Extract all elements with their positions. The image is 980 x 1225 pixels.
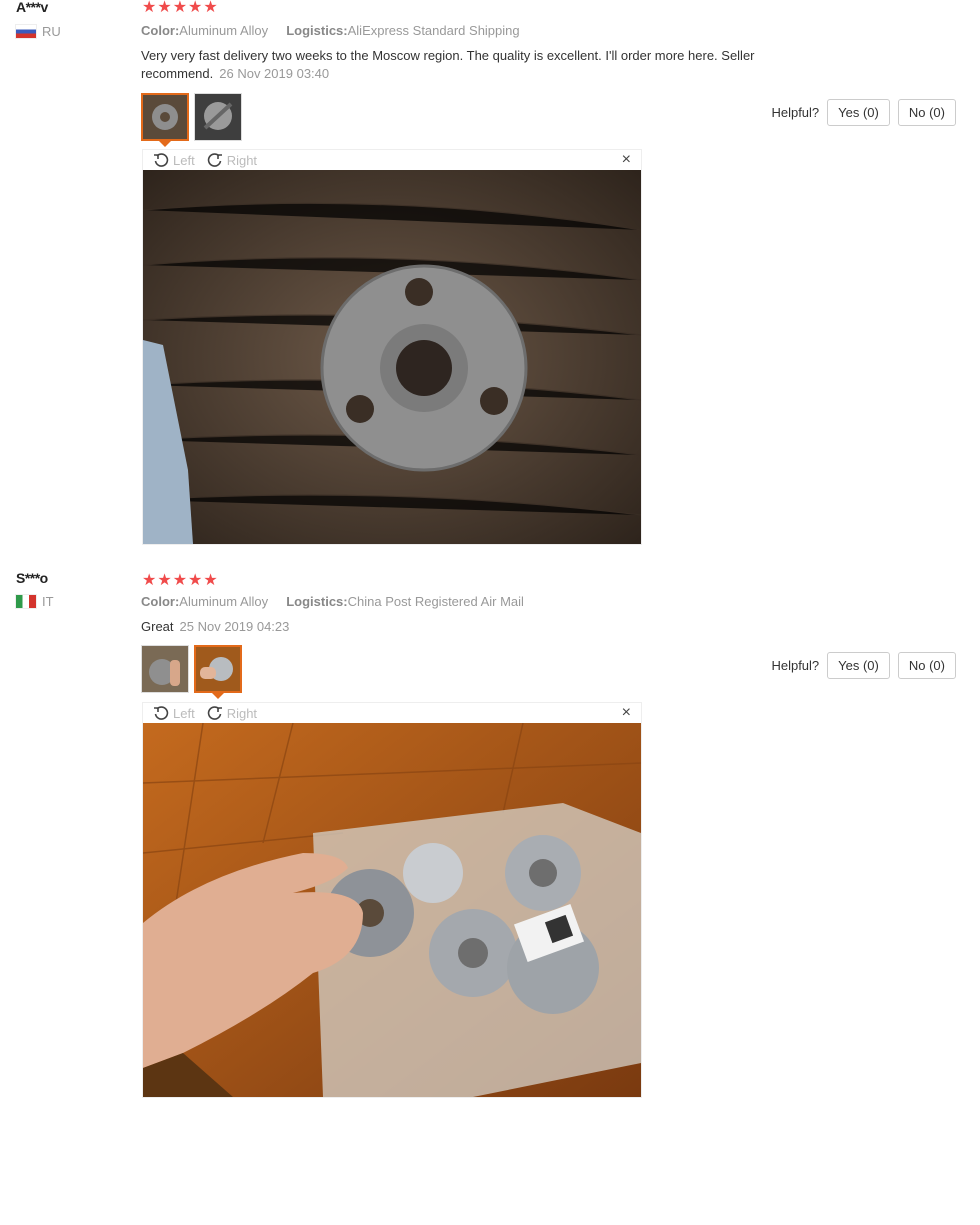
- helpful-label: Helpful?: [771, 658, 820, 673]
- color-value: Aluminum Alloy: [179, 594, 269, 609]
- logistics-label: Logistics:: [286, 23, 348, 38]
- rotate-right-label: Right: [226, 152, 258, 168]
- review-body: Great: [141, 619, 174, 634]
- review-text: Very very fast delivery two weeks to the…: [141, 47, 801, 83]
- review-photo: [143, 170, 641, 544]
- logistics-label: Logistics:: [286, 594, 348, 609]
- star-rating: ★★★★★: [142, 572, 219, 589]
- helpful-vote: Helpful? Yes (0) No (0): [771, 99, 956, 126]
- rotate-left-button[interactable]: Left: [153, 705, 195, 721]
- logistics-value: China Post Registered Air Mail: [347, 594, 524, 609]
- reviewer-name: S***o: [16, 570, 48, 586]
- rotate-left-button[interactable]: Left: [153, 152, 195, 168]
- no-button[interactable]: No (0): [897, 99, 956, 126]
- logistics-value: AliExpress Standard Shipping: [347, 23, 520, 38]
- rotate-right-button[interactable]: Right: [207, 152, 257, 168]
- review-thumbnail[interactable]: [141, 645, 189, 693]
- rotate-left-icon: [154, 706, 169, 720]
- color-value: Aluminum Alloy: [179, 23, 269, 38]
- yes-button[interactable]: Yes (0): [827, 652, 890, 679]
- review-photo: [143, 723, 641, 1097]
- country-code: IT: [42, 594, 54, 609]
- rotate-right-button[interactable]: Right: [207, 705, 257, 721]
- russia-flag-icon: [16, 25, 36, 38]
- rotate-right-icon: [207, 153, 222, 167]
- rotate-left-label: Left: [173, 152, 195, 168]
- helpful-label: Helpful?: [771, 105, 820, 120]
- star-rating: ★★★★★: [142, 0, 219, 16]
- reviewer-country: RU: [16, 24, 61, 39]
- no-button[interactable]: No (0): [897, 652, 956, 679]
- review-thumbnail[interactable]: [194, 645, 242, 699]
- review-attributes: Color:Aluminum Alloy Logistics:China Pos…: [141, 594, 524, 609]
- italy-flag-icon: [16, 595, 36, 608]
- review-thumbnail[interactable]: [194, 93, 242, 141]
- rotate-right-label: Right: [226, 705, 258, 721]
- country-code: RU: [42, 24, 61, 39]
- review-date: 26 Nov 2019 03:40: [219, 66, 330, 81]
- review-thumbnail[interactable]: [141, 93, 189, 147]
- rotate-left-icon: [154, 153, 169, 167]
- review-thumbnails: [141, 645, 242, 699]
- yes-button[interactable]: Yes (0): [827, 99, 890, 126]
- viewer-toolbar: Left Right ×: [143, 703, 641, 723]
- close-viewer-button[interactable]: ×: [622, 704, 631, 722]
- reviewer-country: IT: [16, 594, 54, 609]
- close-viewer-button[interactable]: ×: [622, 151, 631, 169]
- color-label: Color:: [141, 23, 180, 38]
- rotate-left-label: Left: [173, 705, 195, 721]
- review-attributes: Color:Aluminum Alloy Logistics:AliExpres…: [141, 23, 520, 38]
- helpful-vote: Helpful? Yes (0) No (0): [771, 652, 956, 679]
- review-text: Great 25 Nov 2019 04:23: [141, 618, 801, 636]
- rotate-right-icon: [207, 706, 222, 720]
- reviewer-name: A***v: [16, 0, 48, 15]
- review-thumbnails: [141, 93, 242, 147]
- color-label: Color:: [141, 594, 180, 609]
- viewer-toolbar: Left Right ×: [143, 150, 641, 170]
- review-date: 25 Nov 2019 04:23: [179, 619, 290, 634]
- photo-viewer: Left Right ×: [142, 149, 642, 545]
- photo-viewer: Left Right ×: [142, 702, 642, 1098]
